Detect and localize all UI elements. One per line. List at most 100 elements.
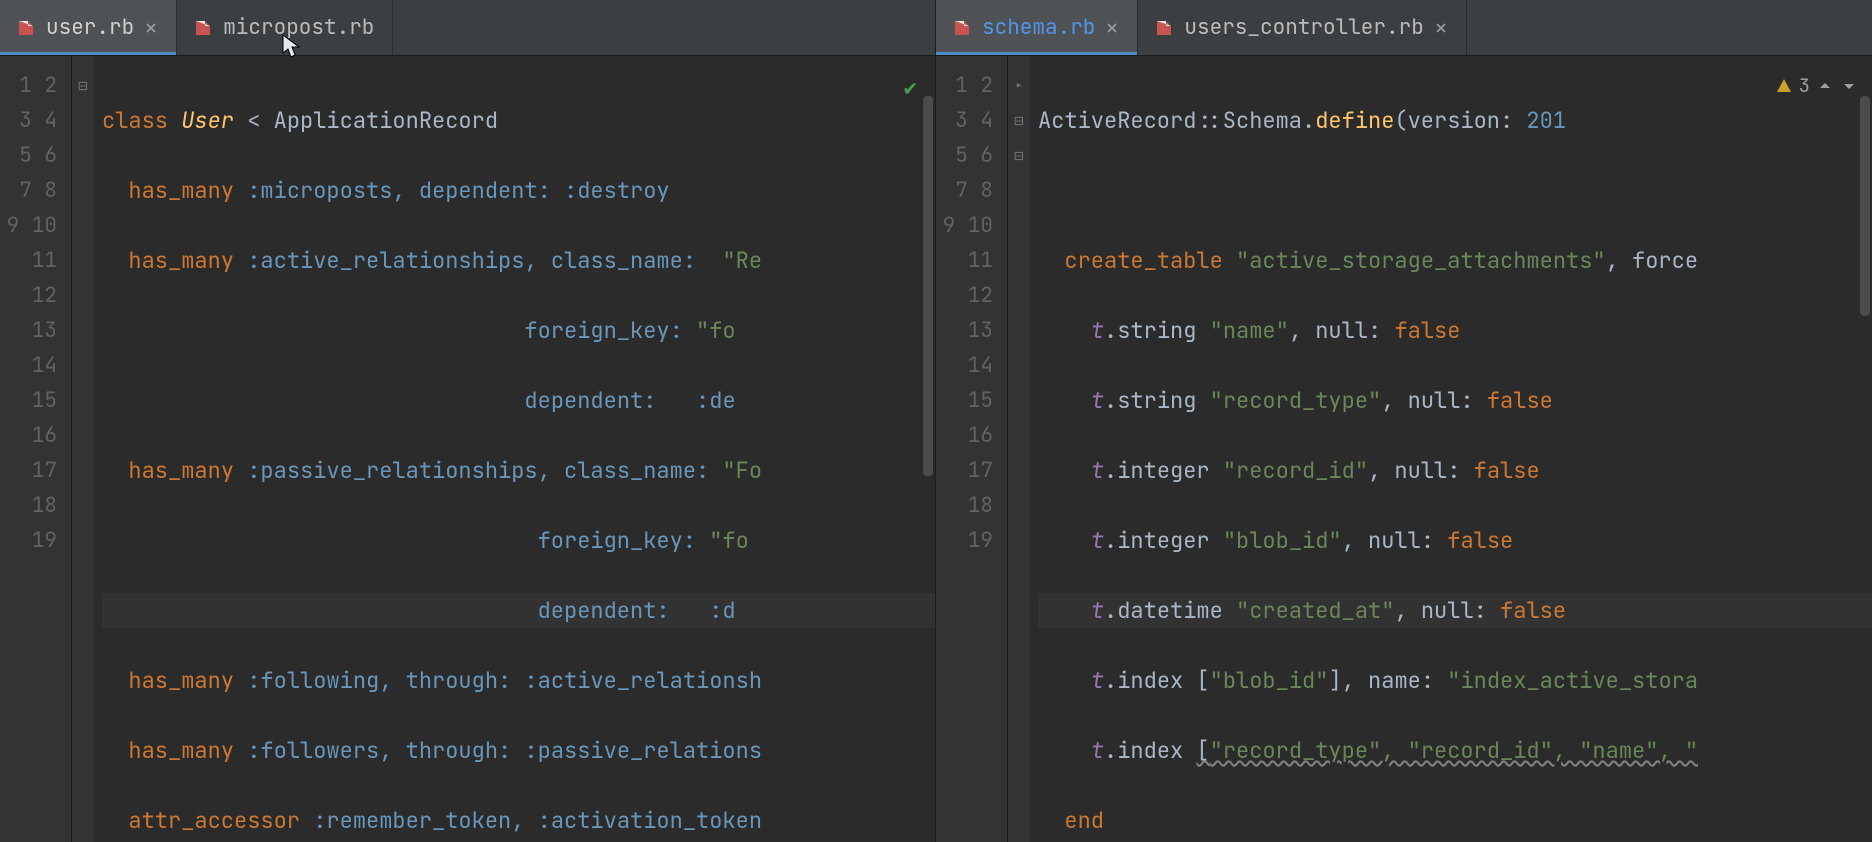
keyword: false	[1487, 386, 1553, 415]
warning-icon	[1775, 77, 1793, 95]
code-text: , null:	[1368, 456, 1474, 485]
code-text: dependent:	[524, 386, 656, 415]
string: "active_storage_attachments"	[1236, 246, 1606, 275]
tab-user-rb[interactable]: user.rb	[0, 0, 177, 55]
ruby-file-icon	[952, 18, 972, 38]
code-area-right[interactable]: ActiveRecord::Schema.define(version: 201…	[1030, 56, 1872, 842]
code-text: .datetime	[1104, 596, 1236, 625]
tab-label: users_controller.rb	[1184, 14, 1423, 41]
method: define	[1315, 106, 1394, 135]
tab-bar-right: schema.rb users_controller.rb	[936, 0, 1872, 56]
string: "created_at"	[1236, 596, 1394, 625]
number: 201	[1526, 106, 1566, 135]
keyword: create_table	[1064, 246, 1222, 275]
code-text: , null:	[1289, 316, 1395, 345]
close-icon[interactable]	[144, 21, 158, 35]
line-number-gutter: 1 2 3 4 5 6 7 8 9 10 11 12 13 14 15 16 1…	[936, 56, 1008, 842]
code-text	[128, 596, 537, 625]
editor-pane-right: schema.rb users_controller.rb 1 2 3 4 5 …	[936, 0, 1872, 842]
code-text	[128, 316, 524, 345]
string: "Re	[722, 246, 762, 275]
warning-count: 3	[1799, 68, 1810, 103]
string: "fo	[696, 316, 736, 345]
keyword: false	[1500, 596, 1566, 625]
string: "record_type"	[1210, 386, 1382, 415]
ruby-file-icon	[1154, 18, 1174, 38]
keyword: has_many	[128, 456, 234, 485]
tab-label: micropost.rb	[223, 14, 374, 41]
keyword: false	[1474, 456, 1540, 485]
scrollbar-thumb[interactable]	[1860, 96, 1870, 316]
tab-schema-rb[interactable]: schema.rb	[936, 0, 1138, 55]
keyword: end	[1064, 806, 1104, 835]
keyword: has_many	[128, 666, 234, 695]
code-text: .integer	[1104, 526, 1223, 555]
local-var: t	[1091, 666, 1104, 695]
tab-users-controller-rb[interactable]: users_controller.rb	[1138, 0, 1466, 55]
code-text: :passive_relationships, class_name:	[234, 456, 722, 485]
keyword: class	[102, 106, 181, 135]
string: "fo	[709, 526, 749, 555]
string: "name"	[1210, 316, 1289, 345]
keyword: has_many	[128, 736, 234, 765]
editor-right[interactable]: 1 2 3 4 5 6 7 8 9 10 11 12 13 14 15 16 1…	[936, 56, 1872, 842]
keyword: has_many	[128, 176, 234, 205]
local-var: t	[1091, 736, 1104, 765]
keyword: false	[1394, 316, 1460, 345]
symbol: :d	[709, 596, 735, 625]
ruby-file-icon	[16, 18, 36, 38]
code-text: dependent:	[538, 596, 670, 625]
code-area-left[interactable]: class User < ApplicationRecord has_many …	[94, 56, 935, 842]
string: "record_type", "record_id", "name", "	[1210, 736, 1698, 765]
code-text: , name:	[1342, 666, 1448, 695]
code-text: < ApplicationRecord	[234, 106, 498, 135]
string: "record_id"	[1223, 456, 1368, 485]
local-var: t	[1091, 456, 1104, 485]
chevron-up-icon[interactable]	[1816, 77, 1834, 95]
keyword: attr_accessor	[128, 806, 300, 835]
close-icon[interactable]	[1105, 21, 1119, 35]
code-text: .integer	[1104, 456, 1223, 485]
tab-micropost-rb[interactable]: micropost.rb	[177, 0, 393, 55]
keyword: false	[1447, 526, 1513, 555]
code-text: (version:	[1394, 106, 1526, 135]
code-text: :remember_token, :activation_token	[300, 806, 762, 835]
local-var: t	[1091, 596, 1104, 625]
code-text: , null:	[1394, 596, 1500, 625]
code-text: .index	[1104, 666, 1196, 695]
tab-label: user.rb	[46, 14, 134, 41]
local-var: t	[1091, 316, 1104, 345]
code-text: foreign_key:	[524, 316, 682, 345]
code-text	[128, 386, 524, 415]
keyword: has_many	[128, 246, 234, 275]
chevron-down-icon[interactable]	[1840, 77, 1858, 95]
code-text: ActiveRecord::Schema.	[1038, 106, 1315, 135]
code-text	[128, 526, 537, 555]
class-name: User	[181, 106, 234, 135]
string: "index_active_stora	[1447, 666, 1698, 695]
editor-left[interactable]: 1 2 3 4 5 6 7 8 9 10 11 12 13 14 15 16 1…	[0, 56, 935, 842]
code-text: .string	[1104, 386, 1210, 415]
tab-label: schema.rb	[982, 14, 1095, 41]
code-text: :followers, through: :passive_relations	[234, 736, 762, 765]
editor-pane-left: user.rb micropost.rb 1 2 3 4 5 6 7 8 9 1…	[0, 0, 936, 842]
string: "blob_id"	[1210, 666, 1329, 695]
string: "Fo	[722, 456, 762, 485]
ruby-file-icon	[193, 18, 213, 38]
code-text: .string	[1104, 316, 1210, 345]
code-text: , null:	[1381, 386, 1487, 415]
close-icon[interactable]	[1434, 21, 1448, 35]
code-text: :active_relationships, class_name:	[234, 246, 722, 275]
inspection-widget[interactable]: 3	[1775, 68, 1858, 103]
code-text: foreign_key:	[538, 526, 696, 555]
fold-column[interactable]: ⊟	[72, 56, 94, 842]
inspection-ok-icon[interactable]: ✔	[904, 70, 917, 105]
scrollbar-thumb[interactable]	[923, 96, 933, 476]
fold-column[interactable]: ▸⊟⊟	[1008, 56, 1030, 842]
tab-bar-left: user.rb micropost.rb	[0, 0, 935, 56]
line-number-gutter: 1 2 3 4 5 6 7 8 9 10 11 12 13 14 15 16 1…	[0, 56, 72, 842]
code-text: :microposts, dependent: :destroy	[234, 176, 670, 205]
code-text: , force	[1606, 246, 1698, 275]
code-text: , null:	[1342, 526, 1448, 555]
symbol: :de	[696, 386, 736, 415]
